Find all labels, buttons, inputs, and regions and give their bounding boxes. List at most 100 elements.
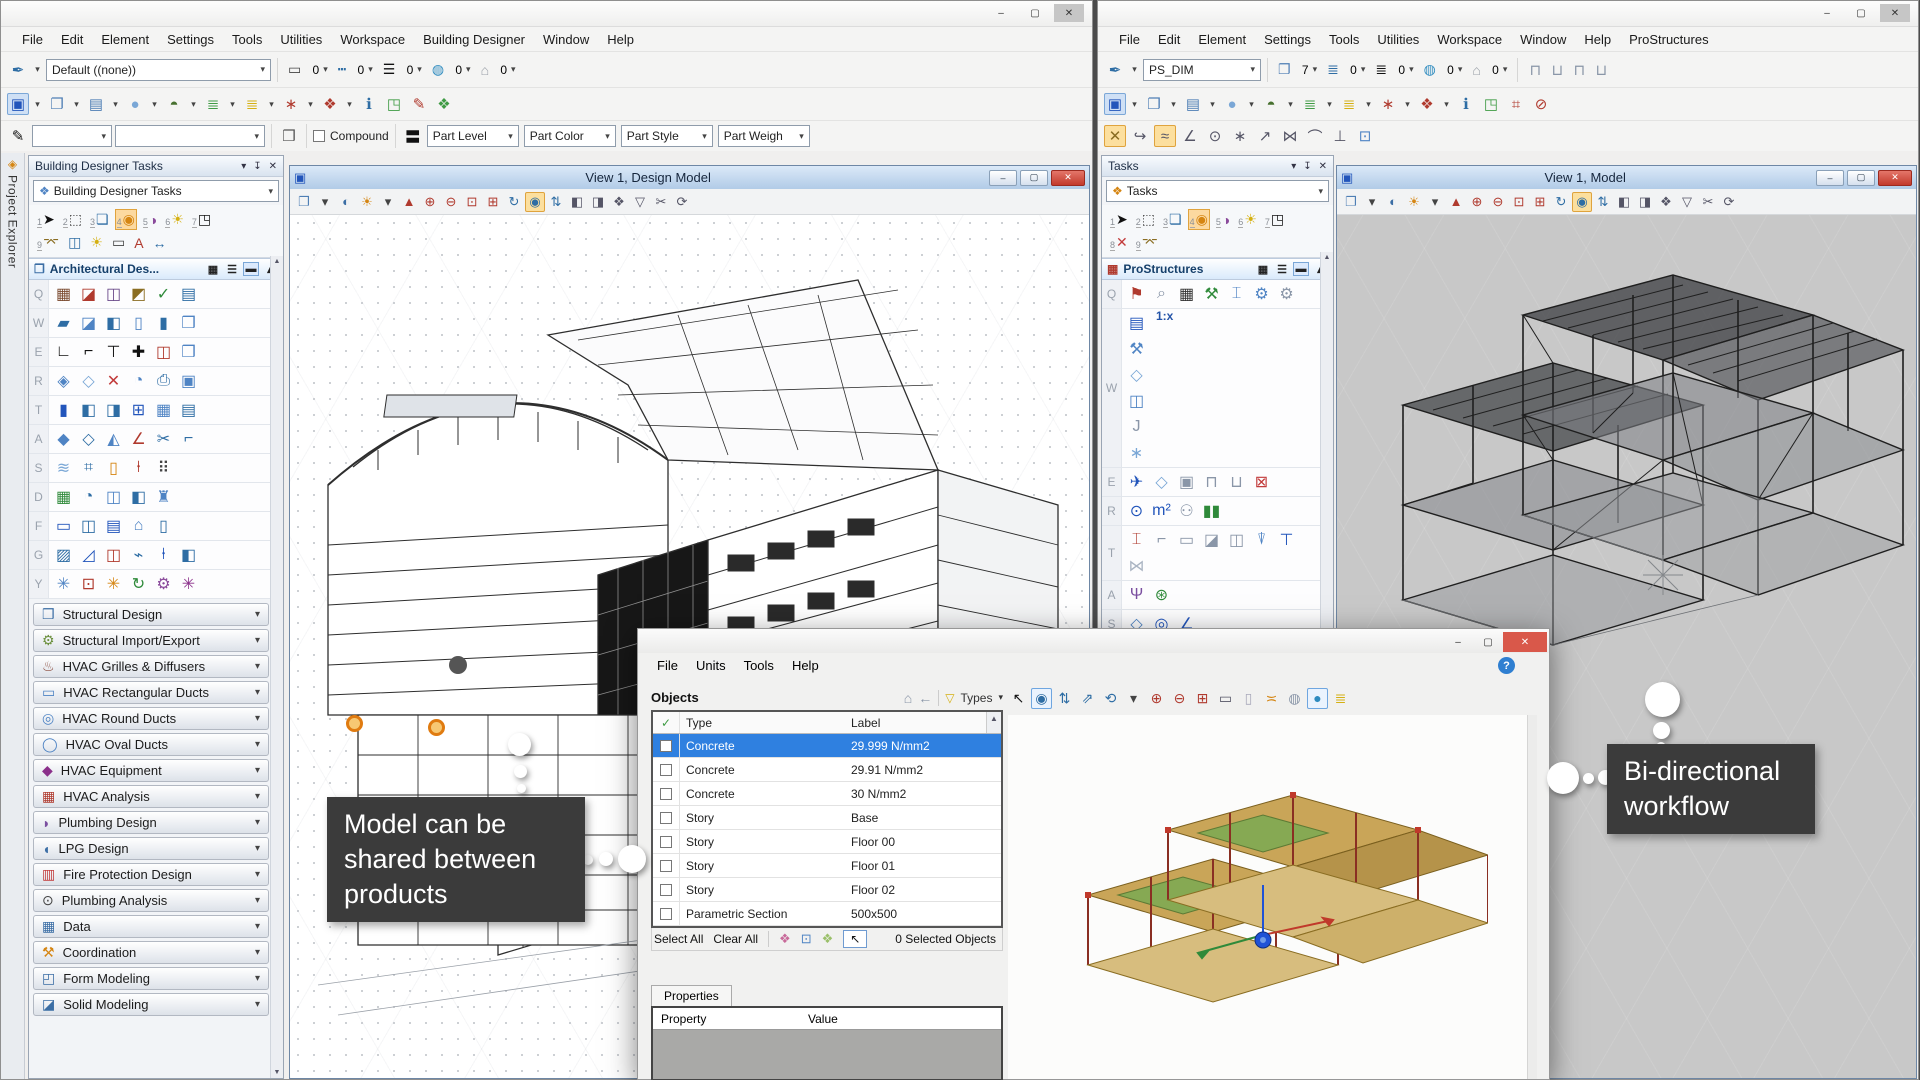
menu-item[interactable]: ProStructures xyxy=(1620,30,1717,49)
task-group[interactable]: ❒ Structural Design ▾ xyxy=(33,603,269,626)
task-icon[interactable]: ▯ xyxy=(151,513,176,539)
task-icon[interactable]: ∗ xyxy=(1124,440,1149,466)
intersection-snap-icon[interactable]: ⋈ xyxy=(1279,125,1301,147)
dropdown-arrow[interactable]: ▾ xyxy=(1324,93,1335,115)
task-icon[interactable]: ⊤ xyxy=(1274,527,1299,553)
task-icon[interactable]: ◧ xyxy=(176,542,201,568)
attribute-dropdown[interactable]: ◍ 0 ▾ xyxy=(1420,58,1467,82)
task-icon[interactable]: ◫ xyxy=(101,484,126,510)
menu-item[interactable]: Help xyxy=(783,656,828,675)
column-label[interactable]: Label xyxy=(845,716,986,730)
task-icon[interactable]: ⌐ xyxy=(1149,527,1174,553)
models-icon[interactable]: ▣ xyxy=(7,93,29,115)
rotate-tool-icon[interactable]: ⟲ xyxy=(1100,688,1121,709)
task-tool[interactable]: 4 ◉ xyxy=(114,209,137,230)
dialog-maximize-button[interactable]: ▢ xyxy=(1473,632,1503,652)
empty-combo-2[interactable]: ▾ xyxy=(115,125,265,147)
dropdown-arrow[interactable]: ▾ xyxy=(1168,93,1179,115)
copy-view-icon[interactable]: ❖ xyxy=(609,192,629,212)
dialog-titlebar[interactable]: – ▢ ✕ xyxy=(638,629,1549,653)
menu-item[interactable]: Utilities xyxy=(1368,30,1428,49)
task-icon[interactable]: ⚇ xyxy=(1174,498,1199,524)
task-icon[interactable]: ✚ xyxy=(126,339,151,365)
section-remove-icon[interactable]: ❖ xyxy=(779,931,791,947)
task-icon[interactable]: ▯ xyxy=(126,310,151,336)
task-icon[interactable]: ∠ xyxy=(126,426,151,452)
view-minimize-button[interactable]: – xyxy=(989,169,1017,186)
rotate-view-icon[interactable]: ↻ xyxy=(1551,192,1571,212)
task-icon[interactable]: ▤ xyxy=(1124,310,1149,336)
task-group[interactable]: ▭ HVAC Rectangular Ducts ▾ xyxy=(33,681,269,704)
task-group[interactable]: ◎ HVAC Round Ducts ▾ xyxy=(33,707,269,730)
walk-tool-icon[interactable]: ⇅ xyxy=(1054,688,1075,709)
new-file-icon[interactable]: ❐ xyxy=(46,93,68,115)
task-icon[interactable]: ↻ xyxy=(126,571,151,597)
task-icon[interactable]: ⚙ xyxy=(1249,281,1274,307)
row-checkbox[interactable] xyxy=(660,907,672,920)
clip-volume-icon[interactable]: ▽ xyxy=(1677,192,1697,212)
menu-item[interactable]: File xyxy=(648,656,687,675)
task-icon[interactable]: ◫ xyxy=(1124,388,1149,414)
panel-scrollbar[interactable]: ▲ ▼ xyxy=(270,256,283,1078)
maximize-button[interactable]: ▢ xyxy=(1846,4,1876,22)
close-icon[interactable]: ✕ xyxy=(1319,161,1327,172)
minimize-button[interactable]: – xyxy=(1812,4,1842,22)
section-header-prostructures[interactable]: ▦ ProStructures ▦ ☰ ▬ ▴ xyxy=(1102,258,1333,280)
layout-panel-icon[interactable]: ▬ xyxy=(243,262,259,276)
attribute-dropdown[interactable]: ⌂ 0 ▾ xyxy=(477,58,520,82)
view-next-icon[interactable]: ▯ xyxy=(1238,688,1259,709)
scroll-down-icon[interactable]: ▼ xyxy=(274,1069,281,1076)
beam-tool-icon[interactable]: ⊔ xyxy=(1546,59,1568,81)
clip-volume-icon[interactable]: ▽ xyxy=(630,192,650,212)
task-icon[interactable]: ◔ xyxy=(76,484,101,510)
task-icon[interactable]: ⌕ xyxy=(1149,281,1174,307)
check-all-icon[interactable]: ✓ xyxy=(653,712,680,733)
section-add-icon[interactable]: ❖ xyxy=(822,931,834,947)
raster-icon[interactable]: ◓ xyxy=(1260,93,1282,115)
references-icon[interactable]: ▤ xyxy=(85,93,107,115)
dropdown-arrow[interactable]: ▾ xyxy=(305,93,316,115)
dropdown-arrow[interactable]: ▾ xyxy=(1207,93,1218,115)
task-icon[interactable]: ◪ xyxy=(76,281,101,307)
task-group[interactable]: ◯ HVAC Oval Ducts ▾ xyxy=(33,733,269,756)
dropdown-arrow[interactable]: ▾ xyxy=(32,93,43,115)
brightness-icon[interactable]: ☀ xyxy=(1404,192,1424,212)
minimize-button[interactable]: – xyxy=(986,4,1016,22)
midpoint-snap-icon[interactable]: ∠ xyxy=(1179,125,1201,147)
window-area-icon[interactable]: ⊡ xyxy=(1509,192,1529,212)
close-icon[interactable]: ✕ xyxy=(269,161,277,172)
explorer-icon[interactable]: ◳ xyxy=(1480,93,1502,115)
element-template-combo[interactable]: PS_DIM ▾ xyxy=(1143,58,1261,81)
task-group[interactable]: ♨ HVAC Grilles & Diffusers ▾ xyxy=(33,655,269,678)
beam-tool-icon[interactable]: ⊓ xyxy=(1524,59,1546,81)
task-icon[interactable]: ◧ xyxy=(101,310,126,336)
task-group[interactable]: ◰ Form Modeling ▾ xyxy=(33,967,269,990)
dropdown-arrow[interactable]: ▾ xyxy=(1129,59,1140,81)
task-icon[interactable]: ▨ xyxy=(51,542,76,568)
references-icon[interactable]: ▤ xyxy=(1182,93,1204,115)
back-icon[interactable]: ← xyxy=(918,690,932,706)
section-view-icon[interactable]: ⊡ xyxy=(801,931,812,947)
menu-item[interactable]: Window xyxy=(1511,30,1575,49)
dropdown-arrow[interactable]: ▾ xyxy=(1363,93,1374,115)
presentation-icon[interactable]: ◐ xyxy=(1383,192,1403,212)
dropdown-arrow[interactable]: ▾ xyxy=(1285,93,1296,115)
perpendicular-snap-icon[interactable]: ⊥ xyxy=(1329,125,1351,147)
app-titlebar[interactable]: – ▢ ✕ xyxy=(1,1,1092,27)
view-previous-icon[interactable]: ▭ xyxy=(1215,688,1236,709)
dropdown-arrow[interactable]: ▾ xyxy=(1425,192,1445,212)
object-row[interactable]: Story Base xyxy=(653,806,1001,830)
task-icon[interactable]: ⊛ xyxy=(1149,582,1174,608)
task-tool[interactable]: 4 ◉ xyxy=(1187,209,1210,230)
task-icon[interactable]: ▦ xyxy=(151,397,176,423)
explorer-icon[interactable]: ◳ xyxy=(383,93,405,115)
menu-item[interactable]: File xyxy=(1110,30,1149,49)
task-tool[interactable]: 3 ❏ xyxy=(1161,209,1184,230)
origin-snap-icon[interactable]: ∗ xyxy=(1229,125,1251,147)
task-tool[interactable]: 6 ☀ xyxy=(163,209,186,230)
menu-item[interactable]: Settings xyxy=(1255,30,1320,49)
dropdown-arrow[interactable]: ▾ xyxy=(1129,93,1140,115)
key-in-icon[interactable]: ❖ xyxy=(319,93,341,115)
task-icon[interactable]: ⍿ xyxy=(126,455,151,481)
layout-panel-icon[interactable]: ▬ xyxy=(1293,262,1309,276)
